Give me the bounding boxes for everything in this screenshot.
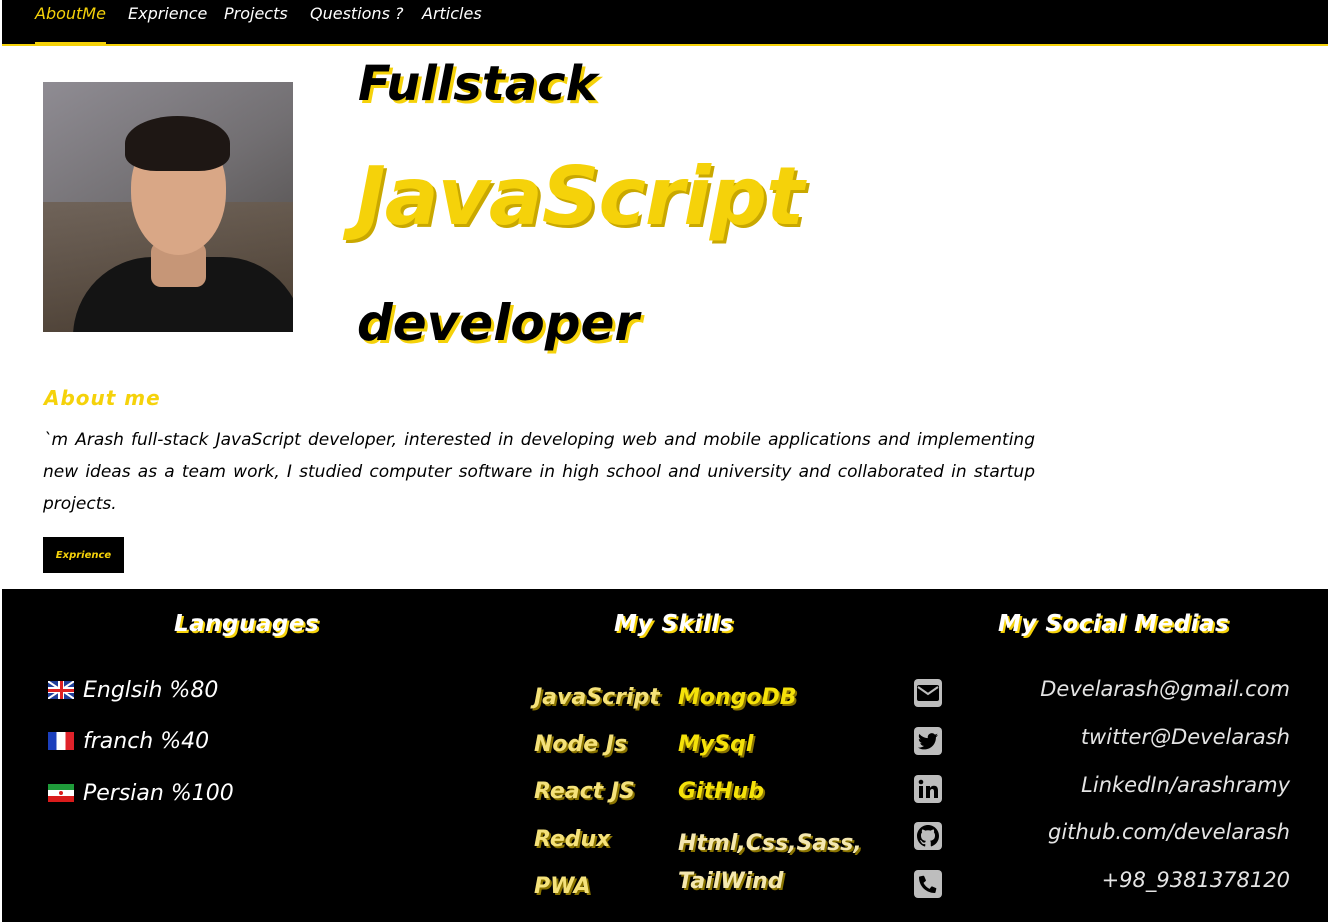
photo-hair — [125, 116, 230, 171]
language-label: Persian %100 — [83, 780, 234, 806]
skill-item: Node Js — [534, 732, 628, 757]
twitter-icon[interactable] — [914, 727, 942, 755]
skill-item: PWA — [534, 874, 591, 899]
skill-item: GitHub — [678, 779, 764, 804]
hero-line-javascript: JavaScript — [356, 150, 804, 243]
linkedin-icon[interactable] — [914, 775, 942, 803]
skill-item: Redux — [534, 827, 611, 852]
social-link-email[interactable]: Develarash@gmail.com — [1040, 677, 1290, 701]
nav-item-exprience[interactable]: Exprience — [128, 4, 207, 44]
social-link-twitter[interactable]: twitter@Develarash — [1081, 725, 1290, 749]
social-link-linkedin[interactable]: LinkedIn/arashramy — [1081, 773, 1290, 797]
phone-icon[interactable] — [914, 870, 942, 898]
exprience-button[interactable]: Exprience — [43, 537, 124, 573]
skill-item: JavaScript — [534, 685, 660, 710]
nav-item-aboutme[interactable]: AboutMe — [35, 4, 106, 44]
top-navigation-bar: AboutMe Exprience Projects Questions ? A… — [2, 0, 1328, 46]
social-link-github[interactable]: github.com/develarash — [1048, 820, 1290, 844]
skill-item: Html,Css,Sass, TailWind — [678, 831, 862, 894]
social-title: My Social Medias — [998, 611, 1230, 637]
language-label: Englsih %80 — [83, 677, 219, 703]
about-text: `m Arash full-stack JavaScript developer… — [43, 430, 1035, 514]
uk-flag-icon — [48, 681, 74, 699]
github-icon[interactable] — [914, 822, 942, 850]
skill-item: MySql — [678, 732, 754, 757]
about-title: About me — [44, 386, 161, 410]
language-label: franch %40 — [83, 728, 210, 754]
skills-title: My Skills — [614, 611, 734, 637]
nav-item-articles[interactable]: Articles — [422, 4, 482, 44]
france-flag-icon — [48, 732, 74, 750]
profile-photo — [43, 82, 293, 332]
footer: Languages Englsih %80 franch %40 Persian… — [2, 589, 1328, 922]
iran-flag-icon — [48, 784, 74, 802]
hero-line-developer: developer — [357, 294, 640, 352]
skill-item: MongoDB — [678, 685, 797, 710]
social-link-phone[interactable]: +98_9381378120 — [1102, 868, 1290, 892]
languages-title: Languages — [174, 611, 320, 637]
nav-item-questions[interactable]: Questions ? — [310, 4, 403, 44]
envelope-icon[interactable] — [914, 679, 942, 707]
hero-line-fullstack: Fullstack — [358, 56, 598, 112]
language-item: Persian %100 — [48, 778, 234, 808]
language-item: franch %40 — [48, 726, 209, 756]
skill-item: React JS — [534, 779, 635, 804]
language-item: Englsih %80 — [48, 675, 218, 705]
nav-item-projects[interactable]: Projects — [224, 4, 288, 44]
